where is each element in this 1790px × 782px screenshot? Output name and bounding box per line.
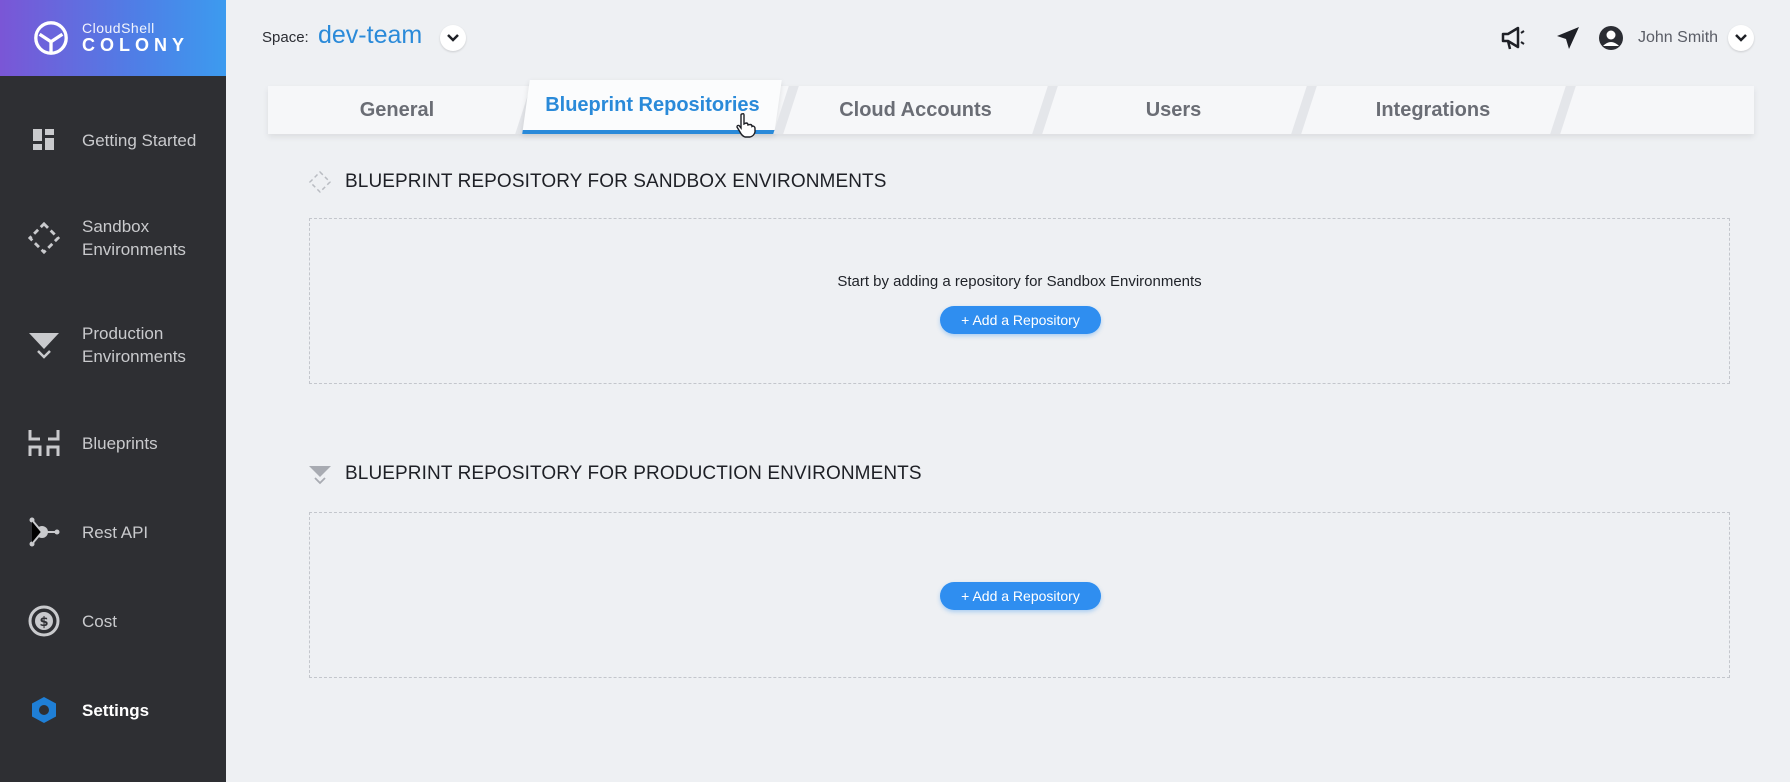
space-selector-value[interactable]: dev-team xyxy=(318,21,422,50)
sandbox-empty-hint: Start by adding a repository for Sandbox… xyxy=(837,273,1202,290)
sidebar-item-label: Production Environments xyxy=(82,324,186,366)
tab-integrations[interactable]: Integrations xyxy=(1304,86,1562,134)
space-dropdown-button[interactable] xyxy=(440,25,466,51)
user-menu-button[interactable] xyxy=(1728,25,1754,51)
sidebar-item-label: Getting Started xyxy=(82,130,197,150)
sidebar-item-label: Blueprints xyxy=(82,433,158,453)
sidebar-item-rest-api[interactable]: Rest API xyxy=(0,492,226,572)
user-name[interactable]: John Smith xyxy=(1638,29,1718,47)
sidebar-item-getting-started[interactable]: Getting Started xyxy=(0,100,226,180)
sidebar-item-label: Settings xyxy=(82,700,150,720)
brand-bottom-text: COLONY xyxy=(82,34,190,55)
brand-logo-area[interactable]: CloudShell COLONY xyxy=(0,0,226,76)
production-section-title: BLUEPRINT REPOSITORY FOR PRODUCTION ENVI… xyxy=(345,463,922,484)
colony-logo-icon xyxy=(34,21,68,55)
tab-label: General xyxy=(359,98,435,121)
add-sandbox-repository-button[interactable]: + Add a Repository xyxy=(940,306,1101,334)
settings-hexagon-icon xyxy=(28,694,60,726)
blueprint-brackets-icon xyxy=(28,427,60,459)
dollar-coin-icon: $ xyxy=(28,605,60,637)
sidebar-item-production-environments[interactable]: Production Environments xyxy=(0,305,226,385)
tab-label: Users xyxy=(1145,98,1202,121)
user-avatar-icon[interactable] xyxy=(1595,22,1627,54)
add-production-repository-button[interactable]: + Add a Repository xyxy=(940,582,1101,610)
tab-label: Cloud Accounts xyxy=(839,98,992,121)
sandbox-repository-dropzone: Start by adding a repository for Sandbox… xyxy=(309,218,1730,384)
tab-label: Integrations xyxy=(1375,98,1491,121)
announcement-icon[interactable] xyxy=(1498,22,1530,54)
space-label: Space: xyxy=(262,29,309,46)
sidebar-item-sandbox-environments[interactable]: Sandbox Environments xyxy=(0,198,226,278)
sidebar-item-cost[interactable]: $ Cost xyxy=(0,581,226,661)
production-funnel-icon xyxy=(28,329,60,361)
sandbox-diamond-icon xyxy=(28,221,60,255)
sidebar-item-label: Sandbox Environments xyxy=(82,217,186,259)
sandbox-section-title: BLUEPRINT REPOSITORY FOR SANDBOX ENVIRON… xyxy=(345,171,887,192)
settings-tabs: General Blueprint Repositories Cloud Acc… xyxy=(268,80,1754,134)
chevron-down-icon xyxy=(1735,34,1747,42)
tab-cloud-accounts[interactable]: Cloud Accounts xyxy=(788,86,1043,134)
sandbox-diamond-icon xyxy=(308,170,332,194)
brand-top-text: CloudShell xyxy=(82,20,155,37)
tab-general[interactable]: General xyxy=(268,86,526,134)
sidebar-item-blueprints[interactable]: Blueprints xyxy=(0,403,226,483)
tab-users[interactable]: Users xyxy=(1046,86,1301,134)
send-icon[interactable] xyxy=(1552,22,1584,54)
chevron-down-icon xyxy=(447,34,459,42)
sidebar-item-label: Rest API xyxy=(82,522,149,542)
sidebar-item-settings[interactable]: Settings xyxy=(0,670,226,750)
dashboard-icon xyxy=(28,124,60,156)
production-funnel-icon xyxy=(309,466,331,485)
sidebar-item-label: Cost xyxy=(82,611,117,631)
production-repository-dropzone: + Add a Repository xyxy=(309,512,1730,678)
sidebar: CloudShell COLONY Getting Started Sandbo… xyxy=(0,0,226,782)
hand-cursor-icon xyxy=(736,112,756,138)
tab-label: Blueprint Repositories xyxy=(545,93,760,116)
svg-text:$: $ xyxy=(39,615,48,630)
api-nodes-icon xyxy=(28,516,60,548)
